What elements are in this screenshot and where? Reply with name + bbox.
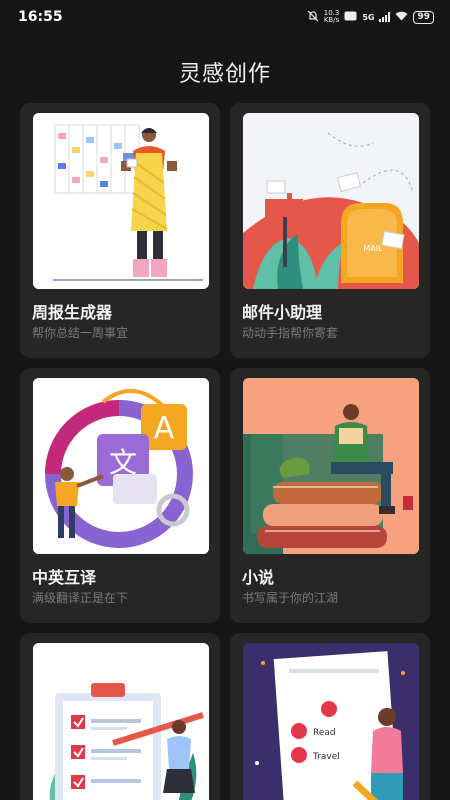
net-speed-unit: KB/s: [323, 16, 340, 24]
hd-icon: [344, 11, 357, 24]
card-subtitle: 满级翻译正是在下: [32, 591, 129, 605]
card-title: 邮件小助理: [242, 303, 323, 322]
battery-icon: 99: [413, 10, 434, 24]
signal-icon: [379, 12, 391, 22]
notes-item-read: Read: [313, 728, 336, 738]
card-notes[interactable]: Read Travel: [230, 633, 430, 800]
card-grid: 周报生成器 帮你总结一周事宜 MAIL 邮件小助理 动动手指帮你寄套 A 文 中…: [20, 103, 430, 800]
mail-assistant-illustration: MAIL: [243, 113, 419, 289]
card-subtitle: 书写属于你的江湖: [242, 591, 339, 605]
card-translate[interactable]: A 文 中英互译 满级翻译正是在下: [20, 368, 220, 623]
card-subtitle: 动动手指帮你寄套: [242, 326, 339, 340]
page-title: 灵感创作: [178, 62, 271, 87]
translate-illustration: A 文: [33, 378, 209, 554]
network-type: 5G: [362, 12, 375, 22]
status-time: 16:55: [18, 9, 63, 25]
card-novel[interactable]: 小说 书写属于你的江湖: [230, 368, 430, 623]
card-checklist[interactable]: [20, 633, 220, 800]
card-mail-assistant[interactable]: MAIL 邮件小助理 动动手指帮你寄套: [230, 103, 430, 358]
mailbox-label: MAIL: [363, 244, 383, 253]
card-title: 中英互译: [32, 568, 97, 587]
card-title: 小说: [242, 568, 275, 587]
wifi-icon: [395, 11, 408, 24]
checklist-illustration: [33, 643, 209, 800]
card-weekly-report[interactable]: 周报生成器 帮你总结一周事宜: [20, 103, 220, 358]
notes-item-travel: Travel: [312, 752, 340, 762]
card-subtitle: 帮你总结一周事宜: [32, 326, 129, 340]
novel-illustration: [243, 378, 419, 554]
mute-icon: [307, 10, 319, 25]
translate-a-glyph: A: [154, 411, 175, 446]
card-title: 周报生成器: [32, 303, 113, 322]
notes-illustration: Read Travel: [243, 643, 419, 800]
network-speed: 10.3 KB/s: [324, 10, 340, 24]
weekly-report-illustration: [33, 113, 209, 289]
status-bar: 16:55 10.3 KB/s 5G 99: [0, 0, 450, 34]
status-icons: 10.3 KB/s 5G 99: [307, 10, 434, 25]
